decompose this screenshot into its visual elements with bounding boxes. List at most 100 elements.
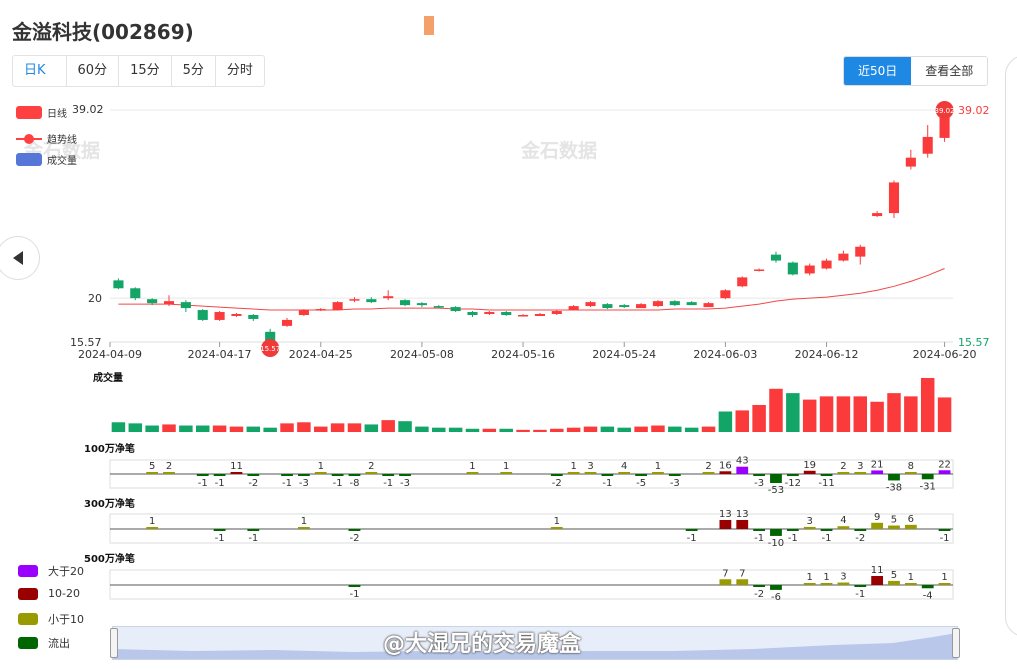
tab-timeshare[interactable]: 分时 bbox=[216, 56, 264, 86]
tab-60min[interactable]: 60分 bbox=[67, 56, 120, 86]
tab-daily-k[interactable]: 日K bbox=[13, 56, 67, 86]
net300-bar bbox=[348, 529, 361, 531]
net100-bar bbox=[297, 474, 310, 476]
net100-bar bbox=[399, 474, 411, 476]
price-high-label-right: 39.02 bbox=[958, 104, 990, 117]
volume-bar bbox=[904, 396, 918, 432]
legend-trend[interactable]: 趋势线 bbox=[16, 131, 77, 146]
net100-bar bbox=[753, 474, 766, 476]
net100-label: 3 bbox=[587, 461, 593, 472]
candle-body bbox=[484, 312, 495, 315]
net500-label: -4 bbox=[923, 590, 933, 601]
net300-label: 4 bbox=[840, 515, 846, 526]
volume-bar bbox=[482, 428, 497, 432]
net300-label: -1 bbox=[215, 533, 225, 544]
candle-body bbox=[855, 246, 866, 257]
net100-label: -12 bbox=[785, 478, 801, 489]
volume-bar bbox=[280, 423, 294, 432]
net300-label: 3 bbox=[807, 516, 813, 527]
volume-bar bbox=[668, 426, 682, 432]
x-tick-label: 2024-05-08 bbox=[390, 348, 454, 361]
panel-300-label: 300万净笔 bbox=[84, 499, 135, 510]
orange-marker bbox=[424, 16, 434, 35]
kline-value: 39.02 bbox=[72, 103, 104, 116]
candle-body bbox=[349, 299, 360, 301]
tab-15min[interactable]: 15分 bbox=[119, 56, 172, 86]
net100-label: 3 bbox=[857, 461, 863, 472]
view-all-button[interactable]: 查看全部 bbox=[911, 57, 988, 85]
volume-bar bbox=[263, 427, 277, 432]
candle-body bbox=[113, 280, 124, 289]
net500-bar bbox=[854, 585, 867, 587]
candle-body bbox=[399, 300, 411, 306]
tab-5min[interactable]: 5分 bbox=[172, 56, 216, 86]
volume-bar bbox=[465, 428, 480, 432]
net100-label: -2 bbox=[552, 478, 562, 489]
net100-label: -31 bbox=[920, 481, 936, 492]
volume-bar bbox=[347, 423, 362, 432]
legend-volume[interactable]: 成交量 bbox=[16, 152, 77, 167]
net100-label: 43 bbox=[736, 456, 749, 467]
net100-bar bbox=[652, 472, 664, 474]
net500-bar bbox=[837, 582, 850, 585]
b10-20-swatch bbox=[18, 587, 38, 600]
net100-bar bbox=[921, 474, 934, 480]
slider-right-handle[interactable] bbox=[952, 628, 960, 658]
net100-bar bbox=[702, 472, 715, 474]
net100-bar bbox=[331, 474, 344, 476]
recent-50-days-button[interactable]: 近50日 bbox=[844, 57, 912, 85]
net300-bar bbox=[146, 527, 159, 529]
range-toggle: 近50日 查看全部 bbox=[843, 56, 989, 86]
candle-body bbox=[652, 301, 664, 307]
candle-body bbox=[888, 182, 900, 214]
net100-label: 2 bbox=[166, 461, 172, 472]
net100-label: -8 bbox=[349, 478, 359, 489]
candle-body bbox=[315, 309, 326, 311]
candle-body bbox=[754, 269, 765, 271]
net100-frame bbox=[109, 459, 954, 489]
net300-label: -2 bbox=[855, 533, 865, 544]
x-tick-label: 2024-04-17 bbox=[188, 348, 252, 361]
volume-bar bbox=[583, 426, 598, 432]
slider-left-handle[interactable] bbox=[110, 628, 118, 658]
candle-body bbox=[180, 302, 191, 309]
net300-label: -1 bbox=[940, 533, 950, 544]
net500-bar bbox=[803, 583, 816, 585]
net100-bar bbox=[466, 472, 479, 474]
candle-body bbox=[939, 112, 950, 138]
net100-label: -1 bbox=[198, 478, 208, 489]
net100-bar bbox=[803, 470, 816, 474]
candle-body bbox=[467, 312, 478, 315]
candle-body bbox=[298, 310, 309, 315]
candle-body bbox=[501, 312, 512, 315]
volume-bar bbox=[887, 393, 901, 432]
candle-body bbox=[568, 306, 579, 311]
volume-bar bbox=[836, 396, 851, 432]
volume-bar bbox=[195, 425, 210, 432]
legend-kline-label: 日线 bbox=[47, 109, 67, 120]
next-panel-edge[interactable] bbox=[1005, 55, 1017, 637]
net300-label: 13 bbox=[719, 509, 732, 520]
net100-bar bbox=[601, 474, 614, 476]
net300-bar bbox=[786, 529, 799, 531]
legend-volume-label: 成交量 bbox=[47, 156, 77, 167]
prev-arrow-button[interactable] bbox=[0, 236, 40, 280]
net300-bar bbox=[904, 524, 917, 529]
legend-kline[interactable]: 日线 bbox=[16, 105, 67, 120]
volume-bar bbox=[128, 423, 143, 432]
price-low-label-left: 15.57 bbox=[70, 336, 102, 349]
net300-bar bbox=[803, 526, 816, 529]
x-tick-label: 2024-05-16 bbox=[491, 348, 555, 361]
volume-bar bbox=[111, 422, 126, 432]
net300-bar bbox=[770, 529, 782, 536]
volume-bar bbox=[752, 405, 766, 432]
volume-bar bbox=[853, 396, 868, 432]
candle-body bbox=[787, 262, 798, 275]
net100-label: -53 bbox=[768, 485, 784, 496]
net100-bar bbox=[146, 472, 159, 474]
net300-bar bbox=[550, 527, 563, 529]
candle-body bbox=[534, 314, 545, 316]
volume-bar bbox=[786, 393, 800, 432]
net300-bar bbox=[854, 529, 867, 531]
net100-bar bbox=[584, 472, 597, 474]
